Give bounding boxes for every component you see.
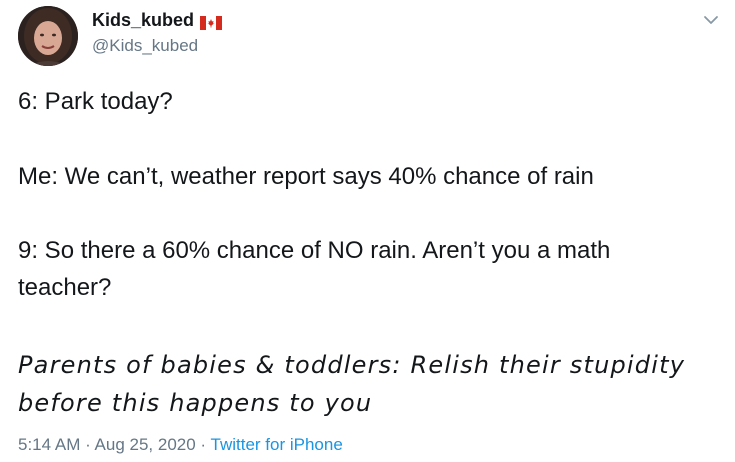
author-handle[interactable]: @Kids_kubed	[92, 36, 198, 56]
quote-line-1: Parents of babies & toddlers: Relish the…	[18, 351, 686, 379]
chevron-down-icon[interactable]	[701, 10, 721, 30]
tweet-meta: 5:14 AM · Aug 25, 2020 · Twitter for iPh…	[18, 435, 343, 455]
tweet-text-line-2: Me: We can’t, weather report says 40% ch…	[18, 163, 594, 190]
author-display-name[interactable]: Kids_kubed	[92, 10, 223, 31]
meta-separator: ·	[195, 435, 211, 454]
tweet-date[interactable]: Aug 25, 2020	[95, 435, 196, 454]
quote-line-2: before this happens to you	[18, 389, 373, 417]
avatar[interactable]	[18, 6, 78, 66]
canada-flag-icon	[200, 14, 223, 30]
tweet-time[interactable]: 5:14 AM	[18, 435, 80, 454]
tweet-text-line-3: 9: So there a 60% chance of NO rain. Are…	[18, 237, 611, 264]
tweet-text-line-4: teacher?	[18, 274, 112, 301]
meta-separator: ·	[80, 435, 95, 454]
tweet-quote-text: Parents of babies & toddlers: Relish the…	[18, 346, 685, 422]
display-name-text[interactable]: Kids_kubed	[92, 10, 194, 31]
tweet-text-line-1: 6: Park today?	[18, 88, 173, 115]
tweet-source-link[interactable]: Twitter for iPhone	[211, 435, 343, 454]
